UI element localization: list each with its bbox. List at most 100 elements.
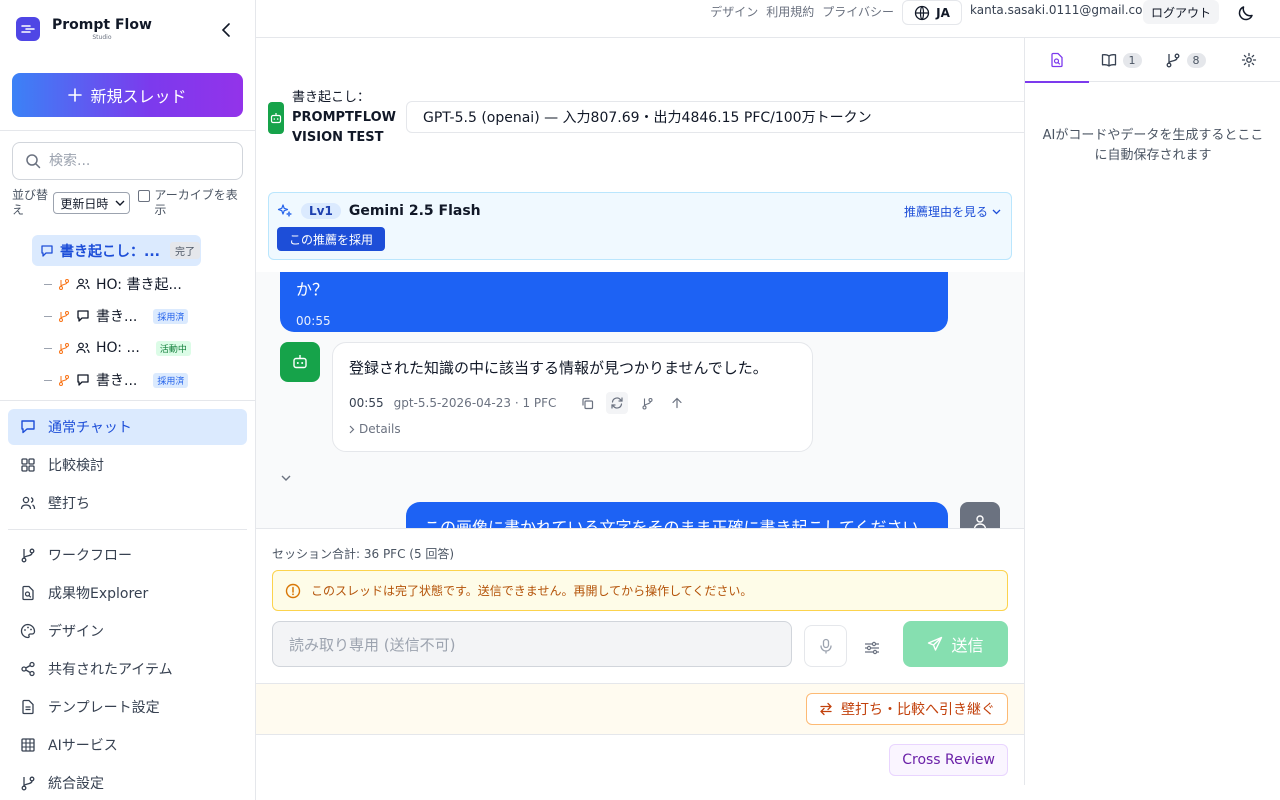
arrow-up-icon[interactable] [666, 392, 688, 414]
cross-review-button[interactable]: Cross Review [889, 744, 1008, 776]
send-label: 送信 [951, 636, 984, 655]
model-select[interactable]: GPT-5.5 (openai) — 入力807.69・出力4846.15 PF… [406, 101, 1024, 133]
chat-bubble-icon [41, 244, 53, 257]
users-icon [76, 342, 90, 354]
chat-bubble-icon [21, 420, 35, 434]
thread-child-item[interactable]: 書き... 採用済 [44, 368, 189, 392]
brand[interactable]: Prompt Flow Studio [16, 16, 152, 42]
search-box[interactable] [12, 142, 243, 180]
grid-icon [21, 458, 35, 472]
nav-design[interactable]: デザイン [8, 613, 247, 649]
nav-label: AIサービス [48, 738, 118, 754]
nav-shared-items[interactable]: 共有されたアイテム [8, 651, 247, 687]
new-thread-button[interactable]: 新規スレッド [12, 73, 243, 117]
archive-checkbox[interactable] [138, 190, 151, 202]
link-terms[interactable]: 利用規約 [766, 3, 814, 20]
sparkles-icon [277, 204, 293, 218]
details-toggle[interactable]: Details [349, 422, 796, 436]
user-message: か？ 00:55 [280, 272, 948, 332]
nav-integration-settings[interactable]: 統合設定 [8, 765, 247, 800]
thread-child-item[interactable]: HO: ... 活動中 [44, 336, 191, 360]
link-design[interactable]: デザイン [710, 3, 758, 20]
logout-button[interactable]: ログアウト [1143, 0, 1220, 24]
mic-button[interactable] [804, 625, 847, 667]
copy-icon[interactable] [576, 392, 598, 414]
palette-icon [20, 623, 36, 639]
nav-compare[interactable]: 比較検討 [8, 447, 247, 483]
tab-knowledge[interactable]: 1 [1089, 38, 1153, 82]
chat-area[interactable]: か？ 00:55 登録された知識の中に該当する情報が見つかりませんでした。 00… [256, 272, 1024, 528]
chat-bubble-icon [77, 310, 89, 322]
nav-label: デザイン [48, 624, 104, 640]
warning-text: このスレッドは完了状態です。送信できません。再開してから操作してください。 [311, 584, 753, 598]
warning-banner: このスレッドは完了状態です。送信できません。再開してから操作してください。 [272, 570, 1008, 611]
sort-label: 並び替え [12, 188, 49, 217]
file-text-icon [22, 699, 34, 715]
microphone-icon [819, 638, 832, 654]
status-badge: 採用済 [153, 372, 189, 388]
assistant-message: 登録された知識の中に該当する情報が見つかりませんでした。 00:55 gpt-5… [332, 342, 813, 452]
send-icon [928, 636, 943, 651]
nav-workflow[interactable]: ワークフロー [8, 537, 247, 573]
message-time: 00:55 [349, 396, 384, 410]
handover-button[interactable]: 壁打ち・比較へ引き継ぐ [806, 693, 1008, 725]
collapse-toggle[interactable] [280, 474, 292, 482]
reason-label: 推薦理由を見る [903, 205, 988, 219]
status-badge: 活動中 [155, 340, 191, 356]
branch-icon [59, 375, 69, 386]
collapse-sidebar-button[interactable] [216, 20, 236, 40]
thread-child-label: 書き... [96, 309, 138, 325]
regenerate-icon[interactable] [606, 392, 629, 414]
nav-ai-services[interactable]: AIサービス [8, 727, 247, 763]
tab-settings[interactable] [1217, 38, 1280, 82]
nav-label: 共有されたアイテム [48, 662, 173, 678]
message-model-info: gpt-5.5-2026-04-23 · 1 PFC [393, 396, 557, 410]
user-message: この画像に書かれている文字をそのまま正確に書き起こしてください [406, 502, 948, 528]
tab-branches[interactable]: 8 [1153, 38, 1217, 82]
language-button[interactable]: JA [902, 0, 962, 25]
recommendation-reason-link[interactable]: 推薦理由を見る [904, 203, 1001, 220]
new-thread-label: 新規スレッド [90, 87, 187, 106]
chevron-right-icon [349, 425, 355, 433]
nav-label: 成果物Explorer [48, 586, 149, 602]
bot-icon [293, 355, 307, 369]
thread-item-active[interactable]: 書き起こし：... 完了 [32, 235, 201, 266]
thread-child-label: HO: 書き起... [96, 277, 182, 293]
details-label: Details [359, 422, 401, 436]
nav-template-settings[interactable]: テンプレート設定 [8, 689, 247, 725]
nav-normal-chat[interactable]: 通常チャット [8, 409, 247, 445]
branch-icon [59, 311, 69, 322]
status-badge: 採用済 [153, 308, 189, 324]
thread-child-label: HO: ... [96, 340, 140, 356]
branch-icon [59, 279, 69, 290]
git-branch-icon [21, 548, 35, 563]
file-search-icon [22, 585, 34, 601]
adopt-recommendation-button[interactable]: この推薦を採用 [277, 227, 386, 251]
tab-artifacts[interactable] [1025, 38, 1089, 83]
archive-label: アーカイブを表示 [154, 188, 238, 217]
branch-icon[interactable] [636, 392, 658, 414]
artifacts-empty-text: AIがコードやデータを生成するとここに自動保存されます [1042, 128, 1264, 163]
chevron-down-icon [992, 209, 1001, 214]
nav-label: 統合設定 [48, 776, 104, 792]
link-privacy[interactable]: プライバシー [822, 3, 894, 20]
theme-toggle-button[interactable] [1232, 0, 1260, 25]
sort-select[interactable]: 更新日時 [53, 192, 131, 214]
thread-title-prefix: 書き起こし： [292, 90, 371, 105]
nav-artifact-explorer[interactable]: 成果物Explorer [8, 575, 247, 611]
thread-child-item[interactable]: HO: 書き起... [44, 272, 182, 296]
divider [8, 529, 247, 530]
language-label: JA [936, 5, 950, 20]
search-input[interactable] [49, 153, 229, 169]
archive-toggle[interactable]: アーカイブを表示 [138, 188, 248, 218]
nav-label: ワークフロー [48, 548, 132, 564]
send-button[interactable]: 送信 [903, 621, 1008, 667]
branch-icon [59, 343, 69, 354]
git-branch-icon [1166, 53, 1179, 68]
nav-brainstorm[interactable]: 壁打ち [8, 485, 247, 521]
settings-sliders-button[interactable] [864, 641, 880, 655]
thread-child-item[interactable]: 書き... 採用済 [44, 304, 189, 328]
nav-label: 通常チャット [48, 420, 132, 436]
message-input[interactable]: 読み取り専用 (送信不可) [272, 621, 792, 667]
review-bar: Cross Review [256, 734, 1024, 785]
